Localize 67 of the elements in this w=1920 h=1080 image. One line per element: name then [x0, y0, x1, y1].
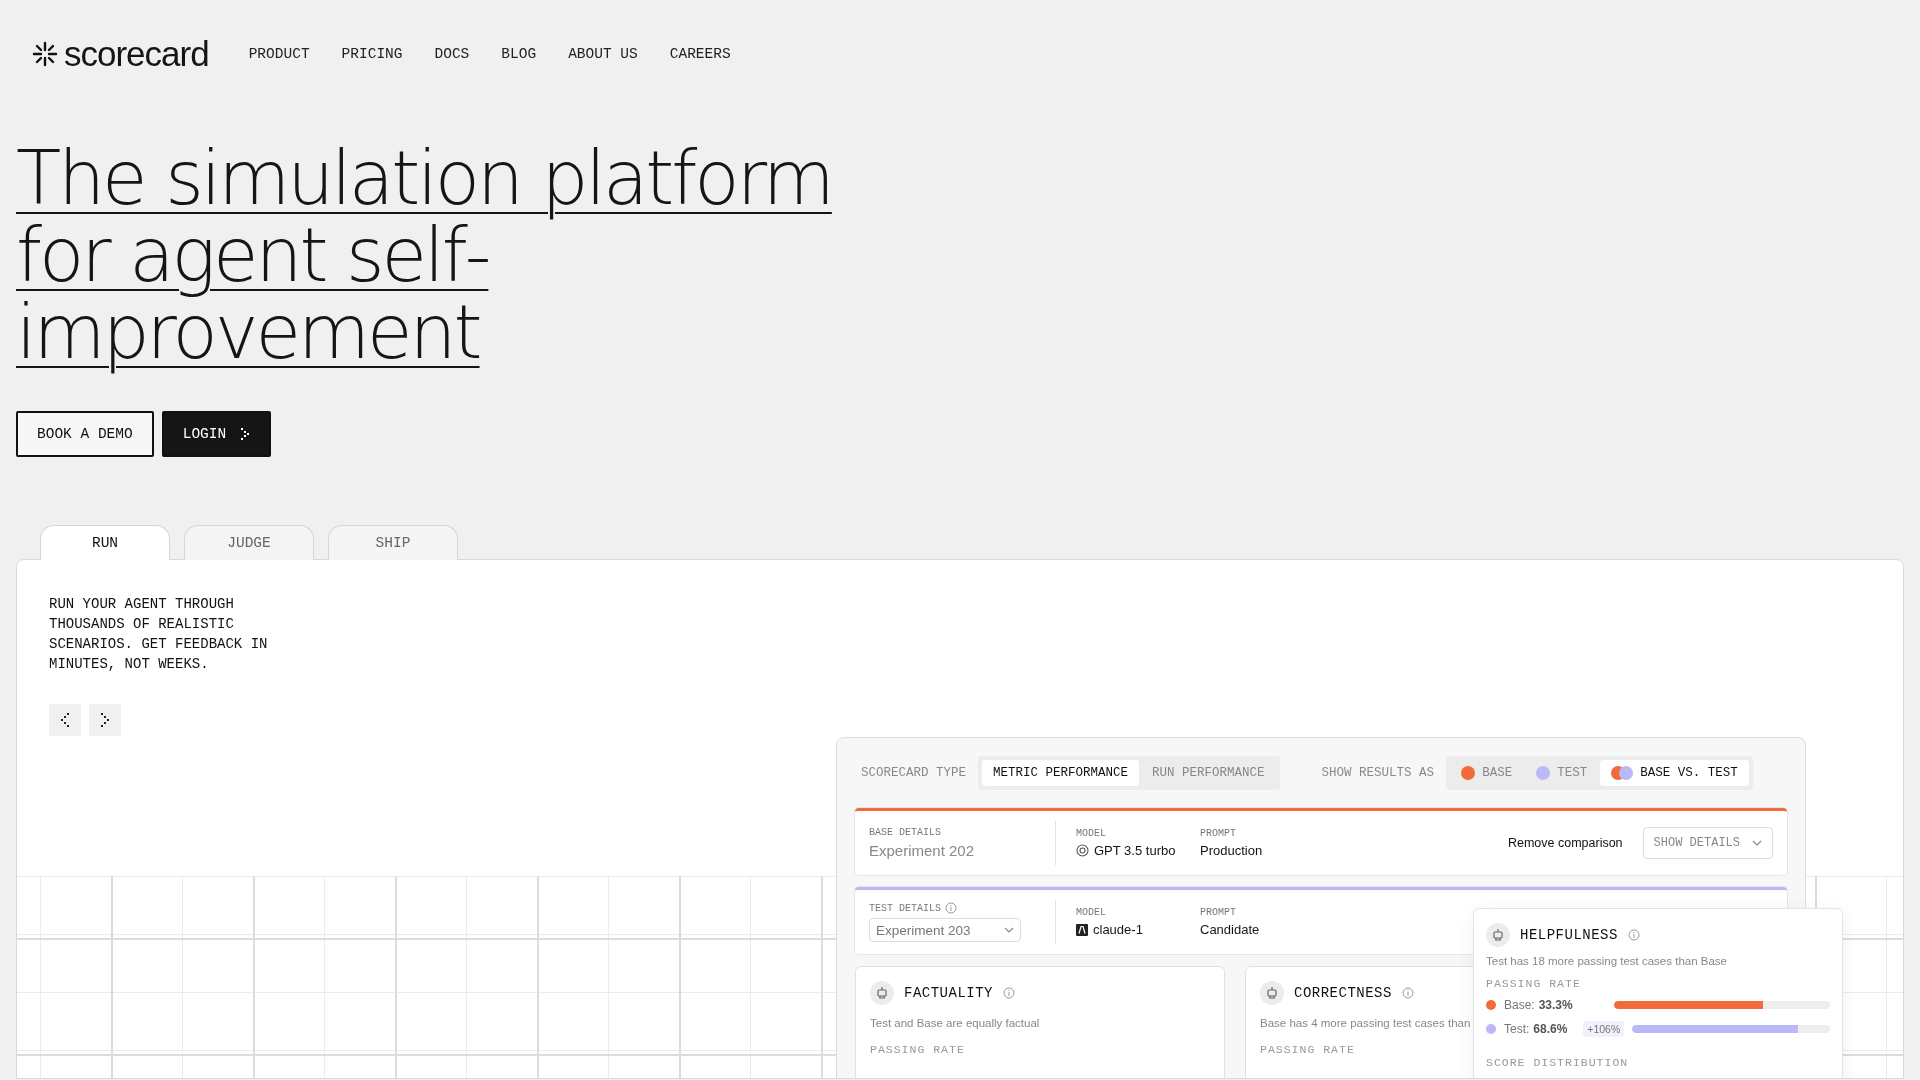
robot-icon — [870, 981, 894, 1005]
nav-link[interactable]: BLOG — [501, 46, 537, 62]
nav-link[interactable]: CAREERS — [669, 46, 731, 62]
field-label: MODEL — [1076, 828, 1107, 839]
scorecard-type-label: SCORECARD TYPE — [861, 766, 967, 780]
section-label: PASSING RATE — [1486, 977, 1582, 990]
nav-link[interactable]: PRODUCT — [248, 46, 310, 62]
square-logo-icon — [1076, 923, 1088, 936]
robot-icon — [1486, 923, 1510, 947]
rate-value: 68.6% — [1533, 1022, 1568, 1036]
field-label: PROMPT — [1200, 828, 1237, 839]
asterisk-logo-icon — [32, 41, 58, 67]
hero-headline: The simulation platform for agent self-improvement — [16, 135, 832, 375]
metric-title: CORRECTNESS — [1294, 985, 1392, 1001]
metric-summary: Test and Base are equally factual — [870, 1017, 1040, 1029]
model-name: GPT 3.5 turbo — [1094, 843, 1176, 858]
description-text: RUN YOUR AGENT THROUGH THOUSANDS OF REALISTIC SCENARIOS. GET FEEDBACK IN MINUTES, NOT WEEKS. — [49, 595, 269, 674]
segment-option[interactable]: METRIC PERFORMANCE — [982, 760, 1140, 786]
knot-logo-icon — [1076, 844, 1089, 857]
demo-button[interactable]: BOOK A DEMO — [16, 411, 154, 457]
metric-summary: Base has 4 more passing test cases than — [1260, 1017, 1471, 1029]
prompt-name: Candidate — [1200, 922, 1260, 937]
dotted-chevron-left-icon — [60, 713, 70, 727]
nav-link[interactable]: PRICING — [341, 46, 403, 62]
previous-button[interactable] — [49, 704, 81, 736]
section-label: SCORE DISTRIBUTION — [1486, 1056, 1630, 1069]
tab[interactable]: JUDGE — [184, 525, 314, 560]
experiment-name: Experiment 202 — [869, 842, 976, 859]
metric-title: HELPFULNESS — [1520, 927, 1618, 943]
section-label: BASE DETAILS — [869, 827, 941, 838]
info-icon — [945, 902, 957, 914]
remove-comparison-link[interactable]: Remove comparison — [1507, 836, 1623, 850]
chevron-down-icon — [1004, 927, 1014, 933]
segment-option[interactable]: BASE VS. TEST — [1600, 760, 1749, 786]
dot-icon — [1536, 766, 1551, 780]
show-results-label: SHOW RESULTS AS — [1321, 766, 1435, 780]
field-label: MODEL — [1076, 907, 1107, 918]
robot-icon — [1260, 981, 1284, 1005]
info-icon — [1003, 987, 1015, 999]
dotted-chevron-right-icon — [100, 713, 110, 727]
model-name: claude-1 — [1093, 922, 1143, 937]
metric-title: FACTUALITY — [904, 985, 993, 1001]
info-icon — [1627, 929, 1640, 941]
tab[interactable]: RUN — [40, 525, 170, 560]
login-button[interactable]: LOGIN — [161, 411, 272, 457]
rate-value: 33.3% — [1538, 998, 1573, 1012]
change-badge: +106% — [1583, 1021, 1625, 1037]
prompt-name: Production — [1200, 843, 1263, 858]
nav-link[interactable]: ABOUT US — [568, 46, 638, 62]
section-label: TEST DETAILS — [869, 902, 941, 914]
info-icon — [1401, 987, 1414, 999]
show-details-button[interactable]: SHOW DETAILS — [1642, 827, 1773, 859]
section-label: PASSING RATE — [1260, 1043, 1356, 1056]
section-label: PASSING RATE — [870, 1043, 966, 1056]
rate-label: Test: — [1504, 1022, 1530, 1036]
next-button[interactable] — [89, 704, 121, 736]
field-label: PROMPT — [1200, 907, 1237, 918]
chevron-down-icon — [1752, 840, 1762, 846]
rate-label: Base: — [1504, 998, 1535, 1012]
dotted-arrow-icon — [240, 428, 251, 440]
experiment-select[interactable]: Experiment 203 — [869, 918, 1021, 942]
overlapping-dots-icon — [1611, 766, 1634, 780]
dot-icon — [1461, 766, 1476, 780]
tab[interactable]: SHIP — [328, 525, 458, 560]
logo-text[interactable]: scorecard — [64, 34, 209, 74]
nav-link[interactable]: DOCS — [434, 46, 470, 62]
metric-summary: Test has 18 more passing test cases than Base — [1486, 955, 1727, 967]
